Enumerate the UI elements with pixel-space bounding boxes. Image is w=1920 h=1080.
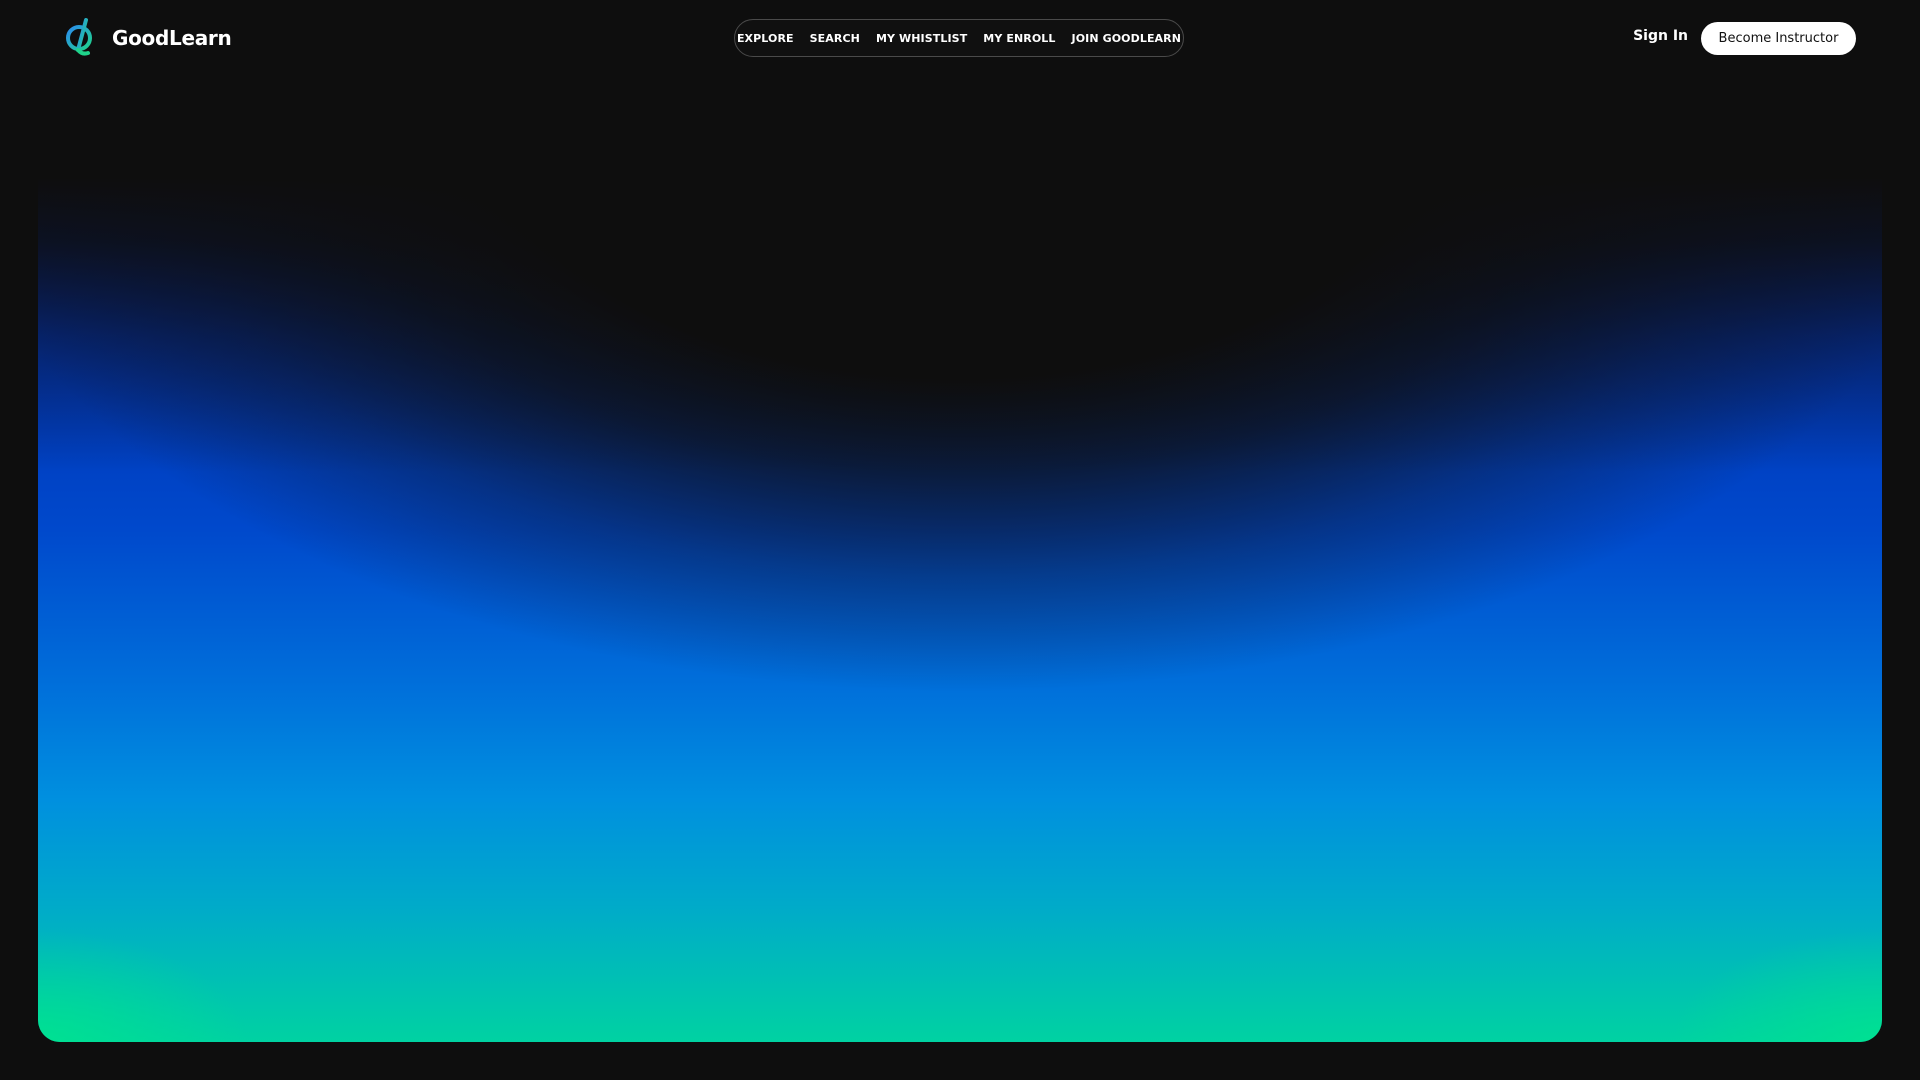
sign-in-link[interactable]: Sign In	[1633, 28, 1688, 44]
nav-item-explore[interactable]: EXPLORE	[737, 32, 794, 45]
nav-item-my-enroll[interactable]: MY ENROLL	[983, 32, 1055, 45]
nav-item-my-whistlist[interactable]: MY WHISTLIST	[876, 32, 967, 45]
brand-name: GoodLearn	[112, 26, 232, 50]
page: GoodLearn EXPLORE SEARCH MY WHISTLIST MY…	[0, 0, 1920, 1080]
main-nav: EXPLORE SEARCH MY WHISTLIST MY ENROLL JO…	[734, 19, 1184, 57]
hero-gradient-banner	[38, 112, 1882, 1042]
nav-item-join-goodlearn[interactable]: JOIN GOODLEARN	[1072, 32, 1182, 45]
site-header: GoodLearn EXPLORE SEARCH MY WHISTLIST MY…	[0, 0, 1920, 78]
nav-item-search[interactable]: SEARCH	[810, 32, 860, 45]
become-instructor-button[interactable]: Become Instructor	[1701, 22, 1856, 55]
hero-top-fade	[38, 112, 1882, 472]
brand-home-link[interactable]: GoodLearn	[64, 18, 232, 58]
goodlearn-logo-icon	[66, 18, 92, 56]
